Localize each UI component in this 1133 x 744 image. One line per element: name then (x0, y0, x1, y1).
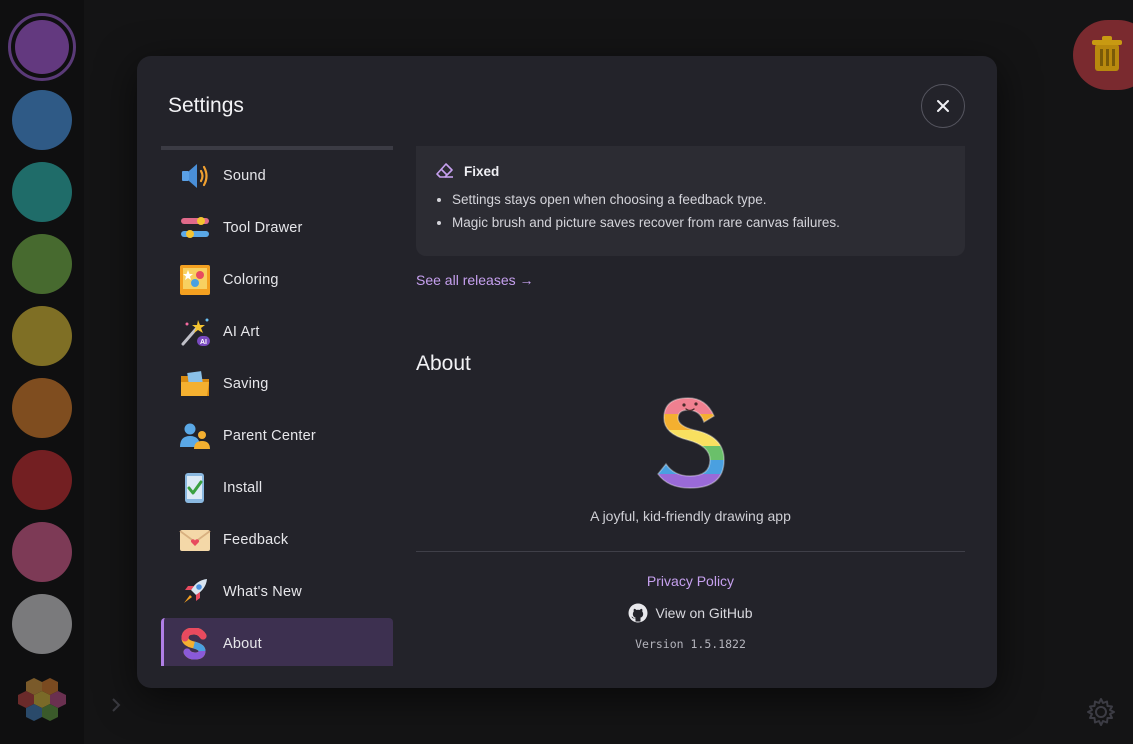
envelope-heart-icon (179, 530, 211, 551)
sidebar-item-ai-art[interactable]: AI AI Art (161, 306, 393, 358)
github-link-label: View on GitHub (655, 605, 753, 621)
hexagon-palette-icon[interactable] (18, 674, 66, 722)
sidebar-item-label: Feedback (223, 532, 289, 548)
app-s-logo-icon (181, 628, 207, 660)
list-item: Magic brush and picture saves recover fr… (452, 215, 952, 230)
sidebar-item-label: About (223, 636, 262, 652)
phone-check-icon (185, 473, 204, 503)
trash-icon (1092, 36, 1122, 71)
color-swatch-blue[interactable] (12, 90, 72, 150)
color-swatch-yellow[interactable] (12, 306, 72, 366)
svg-text:AI: AI (200, 339, 207, 346)
sidebar-item-tool-drawer[interactable]: Tool Drawer (161, 202, 393, 254)
sidebar-item-coloring[interactable]: Coloring (161, 254, 393, 306)
color-swatch-green[interactable] (12, 234, 72, 294)
color-swatch-teal[interactable] (12, 162, 72, 222)
coloring-book-icon (180, 265, 210, 295)
chevron-right-icon[interactable] (108, 694, 124, 716)
sidebar-item-about[interactable]: About (161, 618, 393, 666)
about-heading: About (416, 352, 471, 375)
sidebar-item-feedback[interactable]: Feedback (161, 514, 393, 566)
gear-icon[interactable] (1086, 697, 1116, 727)
sidebar-item-whats-new[interactable]: What's New (161, 566, 393, 618)
speaker-icon (182, 164, 208, 188)
sidebar-item-label: AI Art (223, 324, 260, 340)
sidebar-item-label: Sound (223, 168, 266, 184)
divider (416, 551, 965, 552)
folder-icon (181, 371, 209, 396)
sidebar-item-label: Tool Drawer (223, 220, 303, 236)
sidebar-item-parent-center[interactable]: Parent Center (161, 410, 393, 462)
sidebar-item-label: What's New (223, 584, 302, 600)
color-swatch-red[interactable] (12, 450, 72, 510)
color-swatch-pink[interactable] (12, 522, 72, 582)
eraser-icon (436, 163, 453, 178)
release-notes-card: Fixed Settings stays open when choosing … (416, 146, 965, 256)
release-section-header: Fixed (436, 162, 499, 180)
magic-wand-icon: AI (181, 318, 210, 346)
github-icon (628, 603, 648, 623)
app-logo (657, 397, 725, 489)
settings-content: Fixed Settings stays open when choosing … (416, 146, 966, 666)
release-section-label: Fixed (464, 163, 500, 179)
parents-icon (180, 423, 210, 449)
release-notes-list: Settings stays open when choosing a feed… (452, 192, 952, 238)
github-link[interactable]: View on GitHub (416, 603, 965, 623)
sidebar-item-label: Parent Center (223, 428, 316, 444)
close-button[interactable] (921, 84, 965, 128)
sidebar-item-install[interactable]: Install (161, 462, 393, 514)
settings-dialog: Settings Sound Tool Drawer Coloring AI A… (137, 56, 997, 688)
sliders-icon (181, 217, 209, 238)
color-swatch-orange[interactable] (12, 378, 72, 438)
settings-sidebar: Sound Tool Drawer Coloring AI AI Art Sav… (161, 146, 393, 666)
rocket-icon (184, 579, 207, 603)
list-item: Settings stays open when choosing a feed… (452, 192, 952, 207)
sidebar-item-label: Coloring (223, 272, 279, 288)
version-text: Version 1.5.1822 (635, 637, 746, 651)
sidebar-item-label: Saving (223, 376, 269, 392)
see-all-releases-link[interactable]: See all releases → (416, 272, 534, 288)
color-swatch-purple[interactable] (8, 13, 76, 81)
app-tagline: A joyful, kid-friendly drawing app (590, 508, 791, 524)
close-icon (937, 100, 949, 112)
dialog-title: Settings (168, 94, 244, 117)
color-swatch-gray[interactable] (12, 594, 72, 654)
sidebar-item-saving[interactable]: Saving (161, 358, 393, 410)
sidebar-item-label: Install (223, 480, 263, 496)
privacy-policy-link[interactable]: Privacy Policy (416, 573, 965, 589)
color-palette-rail (0, 0, 84, 744)
sidebar-item-sound[interactable]: Sound (161, 150, 393, 202)
